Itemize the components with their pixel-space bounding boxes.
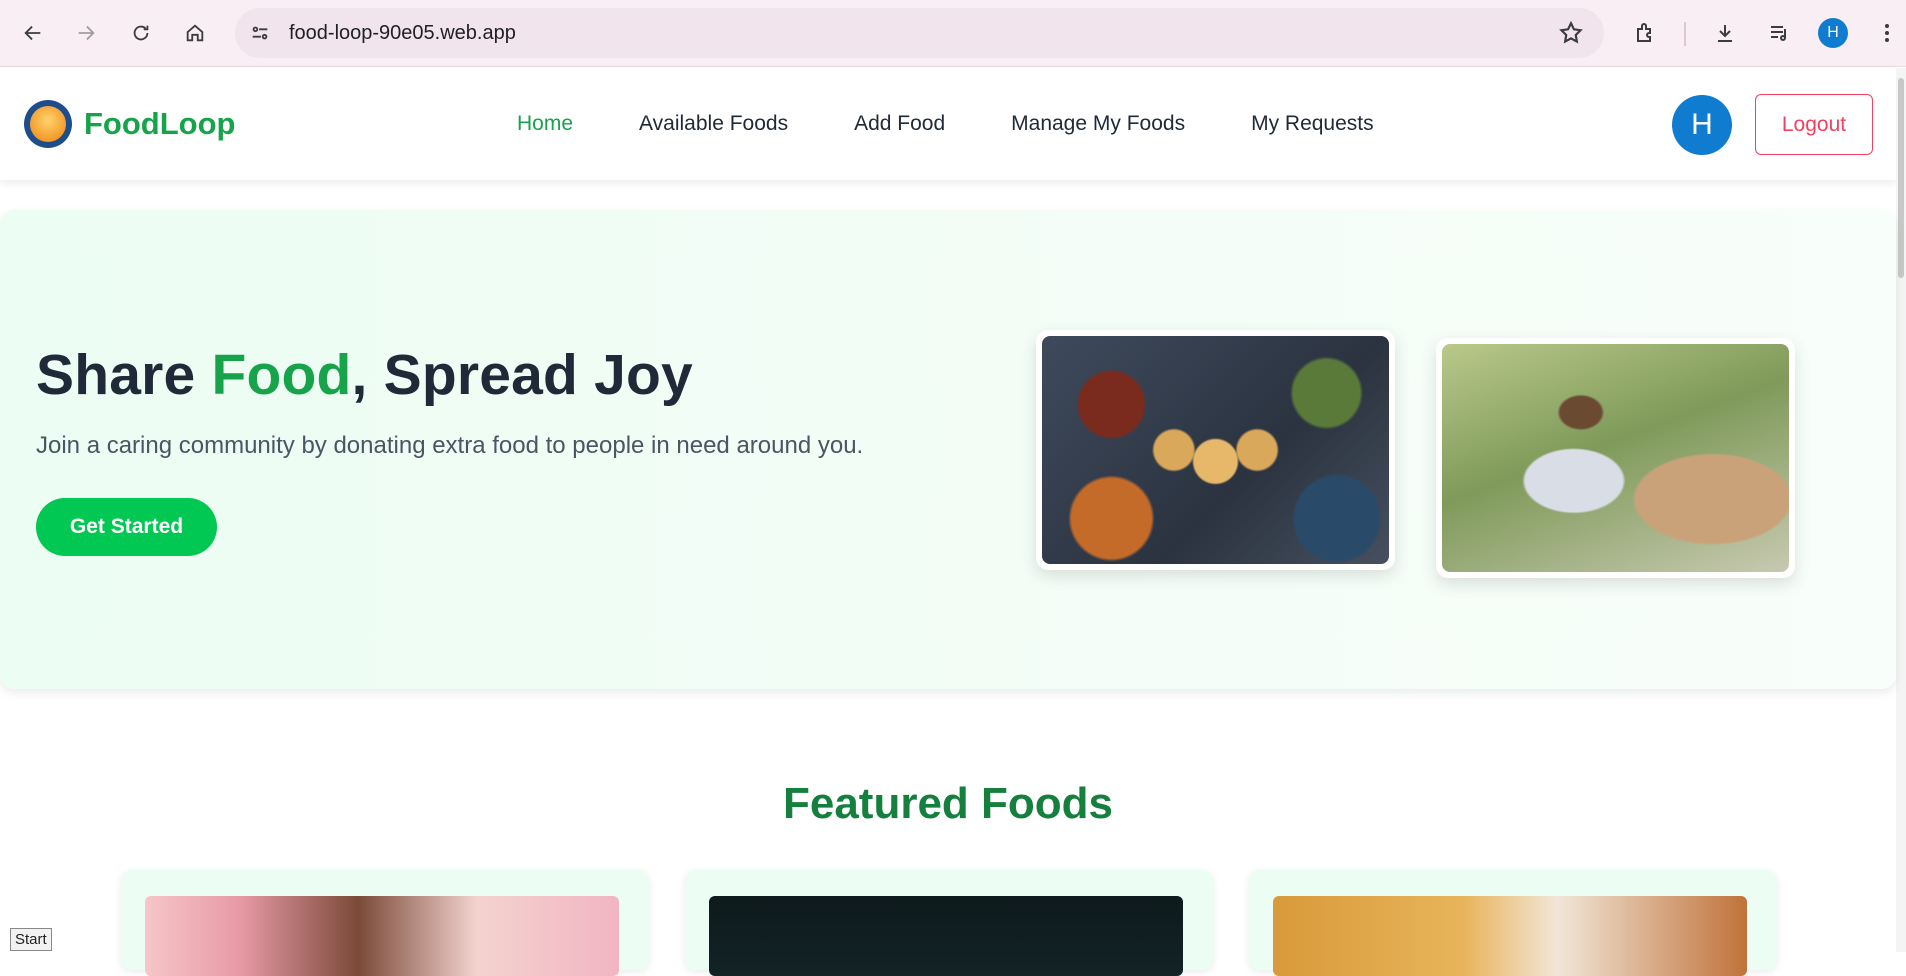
- food-card-image: [1273, 896, 1747, 976]
- foodloop-logo-icon: [24, 100, 72, 148]
- page-scrollbar[interactable]: [1896, 68, 1906, 952]
- media-controls-icon[interactable]: [1762, 16, 1796, 50]
- nav-add-food[interactable]: Add Food: [854, 112, 945, 136]
- browser-toolbar: food-loop-90e05.web.app H: [0, 0, 1906, 67]
- download-icon[interactable]: [1708, 16, 1742, 50]
- extensions-icon[interactable]: [1628, 16, 1662, 50]
- reload-icon[interactable]: [124, 16, 158, 50]
- food-card[interactable]: [121, 870, 649, 976]
- hero-title-accent: Food: [211, 343, 352, 407]
- site-info-icon[interactable]: [245, 18, 275, 48]
- food-card-image: [709, 896, 1183, 976]
- hero-image-sharing-meal: [1036, 330, 1395, 570]
- get-started-button[interactable]: Get Started: [36, 498, 217, 556]
- nav-manage-my-foods[interactable]: Manage My Foods: [1011, 112, 1185, 136]
- back-icon[interactable]: [16, 16, 50, 50]
- hero-image-donation: [1436, 338, 1795, 578]
- browser-profile-avatar[interactable]: H: [1818, 18, 1848, 48]
- scrollbar-thumb[interactable]: [1898, 78, 1904, 278]
- site-header: FoodLoop Home Available Foods Add Food M…: [0, 68, 1896, 180]
- main-nav: Home Available Foods Add Food Manage My …: [517, 112, 1440, 136]
- hero-title: Share Food, Spread Joy: [36, 342, 693, 408]
- food-card[interactable]: [1249, 870, 1777, 976]
- logout-button[interactable]: Logout: [1755, 94, 1873, 155]
- address-bar[interactable]: food-loop-90e05.web.app: [235, 8, 1604, 58]
- nav-home[interactable]: Home: [517, 112, 573, 136]
- brand[interactable]: FoodLoop: [24, 100, 236, 148]
- more-menu-icon[interactable]: [1870, 16, 1904, 50]
- food-card[interactable]: [685, 870, 1213, 976]
- hero-title-part2: , Spread Joy: [351, 343, 693, 407]
- brand-name: FoodLoop: [84, 106, 236, 141]
- hero-title-part1: Share: [36, 343, 212, 407]
- nav-my-requests[interactable]: My Requests: [1251, 112, 1374, 136]
- hero-subtitle: Join a caring community by donating extr…: [36, 432, 864, 459]
- home-icon[interactable]: [178, 16, 212, 50]
- forward-icon[interactable]: [69, 16, 103, 50]
- featured-foods-heading: Featured Foods: [782, 779, 1114, 828]
- start-label: Start: [10, 928, 52, 951]
- url-text[interactable]: food-loop-90e05.web.app: [289, 22, 516, 45]
- nav-available-foods[interactable]: Available Foods: [639, 112, 788, 136]
- user-avatar[interactable]: H: [1672, 95, 1732, 155]
- hero-banner: Share Food, Spread Joy Join a caring com…: [0, 210, 1896, 689]
- bookmark-star-icon[interactable]: [1558, 20, 1584, 46]
- food-card-image: [145, 896, 619, 976]
- toolbar-divider: [1684, 22, 1686, 46]
